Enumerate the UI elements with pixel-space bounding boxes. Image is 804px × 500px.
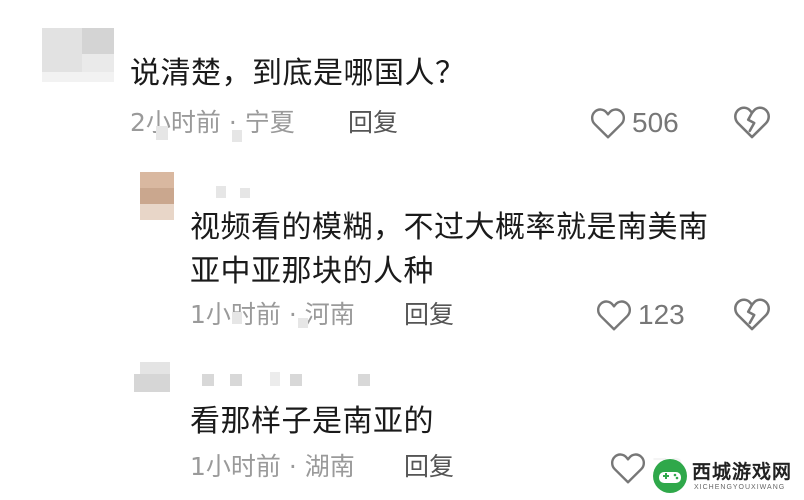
pixelated-avatar-image <box>36 6 120 90</box>
like-button[interactable]: 123 <box>596 295 685 335</box>
blur-artifact <box>156 126 168 140</box>
comment-text-line: 说清楚，到底是哪国人？ <box>130 56 466 91</box>
username-blurred <box>186 186 266 204</box>
comment-meta: 2小时前 · 宁夏 <box>130 108 295 137</box>
like-button[interactable]: 506 <box>590 103 679 143</box>
comment-text-line: 看那样子是南亚的 <box>190 404 434 439</box>
watermark-subtitle: XICHENGYOUXIWANG <box>694 484 786 491</box>
comment-meta: 1小时前 · 河南 <box>190 300 355 329</box>
like-count: 123 <box>638 299 685 330</box>
gamepad-logo-icon <box>652 458 688 494</box>
avatar[interactable] <box>36 6 120 90</box>
pixelated-avatar-image <box>130 358 176 398</box>
reply-button[interactable]: 回复 <box>348 106 398 140</box>
top-fade <box>0 0 804 6</box>
avatar[interactable] <box>130 358 176 398</box>
blur-artifact <box>232 130 242 142</box>
comment-text-line: 亚中亚那块的人种 <box>190 254 434 289</box>
dislike-button[interactable] <box>733 296 773 336</box>
reply-button[interactable]: 回复 <box>404 450 454 484</box>
blur-artifact <box>232 312 242 324</box>
comment-text-line: 视频看的模糊，不过大概率就是南美南 <box>190 210 709 245</box>
comment-text: 说清楚，到底是哪国人？ <box>130 52 466 96</box>
broken-heart-icon <box>734 106 770 139</box>
comment-meta: 1小时前 · 湖南 <box>190 452 355 481</box>
watermark-title: 西城游戏网 <box>692 461 793 483</box>
reply-button[interactable]: 回复 <box>404 298 454 332</box>
avatar[interactable] <box>140 172 174 220</box>
pixelated-avatar-image <box>140 172 174 220</box>
broken-heart-icon <box>734 298 770 331</box>
dislike-button[interactable] <box>733 104 773 144</box>
blur-artifact <box>298 318 308 328</box>
heart-outline-icon <box>596 300 632 331</box>
comment-text: 看那样子是南亚的 <box>190 400 434 444</box>
heart-outline-icon <box>610 453 646 484</box>
like-count: 506 <box>632 107 679 138</box>
heart-outline-icon <box>590 108 626 139</box>
site-watermark: 西城游戏网 XICHENGYOUXIWANG <box>646 454 804 500</box>
comment-text: 视频看的模糊，不过大概率就是南美南 亚中亚那块的人种 <box>190 206 709 294</box>
username-blurred <box>196 372 386 392</box>
